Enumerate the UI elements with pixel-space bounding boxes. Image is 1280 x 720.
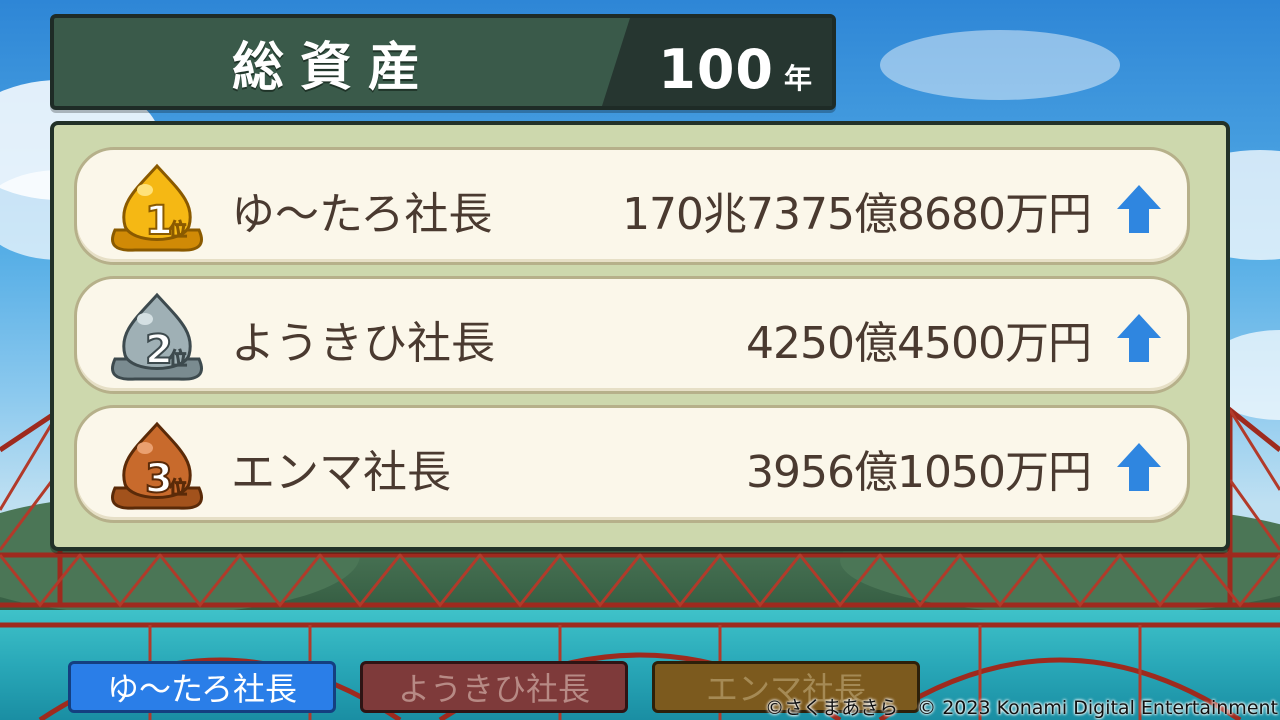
year-unit: 年 <box>783 62 812 95</box>
player-tab-yutaro[interactable]: ゆ〜たろ社長 <box>68 661 336 713</box>
player-name: エンマ社長 <box>231 447 451 498</box>
page-title: 総資産 <box>231 37 436 98</box>
year-display: 100 年 <box>658 18 812 106</box>
total-assets: 170兆7375億8680万円 <box>622 189 1092 240</box>
year-number: 100 <box>658 38 774 101</box>
title-bar: 総資産 100 年 <box>50 14 836 110</box>
up-arrow-icon <box>1115 312 1163 364</box>
player-name: ようきひ社長 <box>231 318 495 369</box>
rank-suffix: 位 <box>169 477 187 499</box>
rank-suffix: 位 <box>169 348 187 370</box>
rank-suffix: 位 <box>169 219 187 241</box>
total-assets: 4250億4500万円 <box>746 318 1092 369</box>
up-arrow-icon <box>1115 183 1163 235</box>
ranking-panel: 1 位 ゆ〜たろ社長 170兆7375億8680万円 2 位 ようきひ社長 42… <box>50 121 1230 551</box>
player-tab-youkihi[interactable]: ようきひ社長 <box>360 661 628 713</box>
copyright-notice: ©さくまあきら © 2023 Konami Digital Entertainm… <box>765 697 1278 719</box>
total-assets: 3956億1050万円 <box>746 447 1092 498</box>
cloud <box>880 30 1120 100</box>
player-name: ゆ〜たろ社長 <box>231 189 493 240</box>
ranking-row-2: 2 位 ようきひ社長 4250億4500万円 <box>74 276 1190 394</box>
gold-medal-icon: 1 位 <box>105 160 209 256</box>
ranking-row-3: 3 位 エンマ社長 3956億1050万円 <box>74 405 1190 523</box>
ranking-row-1: 1 位 ゆ〜たろ社長 170兆7375億8680万円 <box>74 147 1190 265</box>
silver-medal-icon: 2 位 <box>105 289 209 385</box>
up-arrow-icon <box>1115 441 1163 493</box>
bronze-medal-icon: 3 位 <box>105 418 209 514</box>
